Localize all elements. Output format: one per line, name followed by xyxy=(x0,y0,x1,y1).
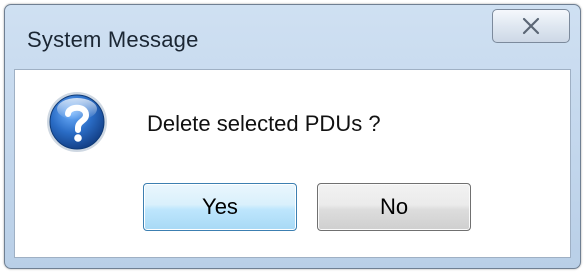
question-icon xyxy=(45,90,109,154)
title-bar[interactable]: System Message xyxy=(5,5,580,69)
close-icon xyxy=(521,16,541,36)
close-button[interactable] xyxy=(492,9,570,43)
dialog-title: System Message xyxy=(27,27,199,52)
system-message-dialog: System Message Delete selected PDUs ? Ye… xyxy=(4,4,581,269)
yes-button[interactable]: Yes xyxy=(143,183,297,231)
no-button[interactable]: No xyxy=(317,183,471,231)
dialog-body: Delete selected PDUs ? Yes No xyxy=(14,69,571,258)
dialog-message: Delete selected PDUs ? xyxy=(147,111,381,136)
